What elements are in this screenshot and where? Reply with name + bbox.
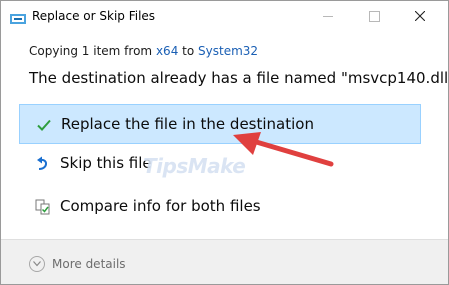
compare-files-icon	[35, 199, 51, 215]
more-details-link[interactable]: More details	[52, 257, 126, 271]
copy-progress-text: Copying 1 item from x64 to System32	[29, 44, 258, 58]
dialog-footer: More details	[1, 239, 448, 284]
minimize-button[interactable]	[305, 1, 351, 32]
copy-to-word: to	[182, 44, 195, 58]
skip-arrow-icon	[35, 156, 51, 172]
window-title: Replace or Skip Files	[32, 9, 156, 23]
chevron-down-icon[interactable]	[29, 256, 45, 272]
compare-files-label: Compare info for both files	[60, 197, 261, 215]
checkmark-icon	[36, 117, 52, 133]
maximize-button[interactable]	[351, 1, 397, 32]
close-button[interactable]	[397, 1, 443, 32]
red-arrow-annotation	[233, 132, 334, 167]
copy-prefix: Copying 1 item from	[29, 44, 153, 58]
skip-file-label: Skip this file	[60, 154, 152, 172]
watermark-logo: TipsMake	[143, 154, 246, 178]
title-bar[interactable]: Replace or Skip Files	[1, 1, 448, 32]
replace-file-option[interactable]: Replace the file in the destination	[19, 104, 421, 144]
replace-or-skip-dialog: Replace or Skip Files Copying 1 item fro…	[0, 0, 449, 285]
conflict-heading: The destination already has a file named…	[29, 69, 449, 87]
destination-folder-link[interactable]: System32	[198, 44, 258, 58]
source-folder-link[interactable]: x64	[156, 44, 178, 58]
close-icon	[415, 11, 425, 21]
folder-copy-icon	[10, 10, 26, 24]
compare-files-option[interactable]: Compare info for both files	[19, 187, 421, 227]
